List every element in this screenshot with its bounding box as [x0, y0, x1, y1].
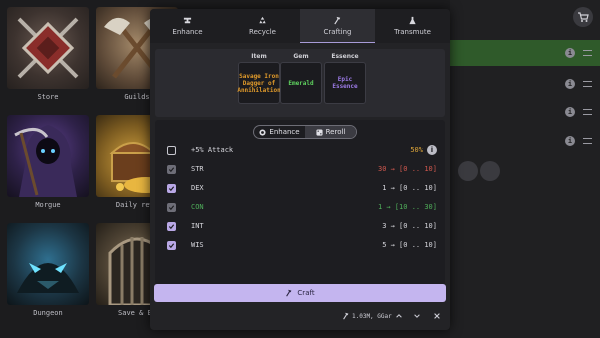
dice-icon: [316, 128, 323, 136]
item-slot-text: Savage Iron Dagger of Annihilation: [237, 72, 281, 94]
tab-enhance-label: Enhance: [172, 28, 203, 36]
affix-value: 1 → [10 .. 30]: [377, 203, 437, 211]
menu-icon[interactable]: [583, 138, 592, 144]
affix-value: 50%: [410, 146, 423, 154]
check-icon: [168, 242, 175, 248]
close-icon[interactable]: [431, 310, 443, 322]
craft-button-label: Craft: [297, 289, 315, 297]
check-icon: [168, 166, 175, 172]
affix-value: 5 → [0 .. 10]: [382, 241, 437, 249]
morgue-art: [7, 115, 89, 197]
affix-row-con: CON 1 → [10 .. 30]: [167, 201, 437, 213]
info-icon[interactable]: i: [427, 145, 437, 155]
info-icon[interactable]: i: [565, 136, 575, 146]
hammer-icon: [334, 16, 341, 24]
add-member-icon[interactable]: [458, 161, 478, 181]
affix-row-dex: DEX 1 → [0 .. 10]: [167, 182, 437, 194]
info-icon[interactable]: i: [565, 79, 575, 89]
remove-member-icon[interactable]: [480, 161, 500, 181]
affix-name: STR: [191, 165, 204, 173]
affix-panel: Enhance Reroll +5% Attack 50% i STR 30 →…: [155, 120, 445, 287]
list-row[interactable]: i: [450, 99, 600, 125]
ingredient-slots: Item Savage Iron Dagger of Annihilation …: [155, 49, 445, 117]
affix-row-int: INT 3 → [0 .. 10]: [167, 220, 437, 232]
shopping-cart-icon[interactable]: [573, 7, 593, 27]
tab-recycle[interactable]: Recycle: [225, 9, 300, 43]
check-icon: [168, 223, 175, 229]
affix-checkbox[interactable]: [167, 183, 176, 193]
store-art: [7, 7, 89, 89]
gem-slot-text: Emerald: [288, 79, 314, 87]
essence-slot-text: Epic Essence: [332, 76, 358, 90]
craft-cost-label: 1.03M, GGar: [352, 312, 392, 320]
recycle-icon: [259, 16, 266, 24]
tab-crafting-label: Crafting: [323, 27, 352, 36]
affix-row-str: STR 30 → [0 .. 10]: [167, 163, 437, 175]
affix-checkbox[interactable]: [167, 240, 176, 250]
affix-checkbox[interactable]: [167, 145, 176, 155]
tab-recycle-label: Recycle: [249, 28, 276, 36]
check-icon: [168, 204, 175, 210]
store-label: Store: [37, 93, 59, 101]
enhance-mode-label: Enhance: [269, 128, 300, 136]
chevron-down-icon[interactable]: [411, 310, 423, 322]
info-icon[interactable]: i: [565, 48, 575, 58]
enhance-mode-option[interactable]: Enhance: [254, 126, 305, 138]
tab-enhance[interactable]: Enhance: [150, 9, 225, 43]
affix-name: DEX: [191, 184, 204, 192]
store-tile[interactable]: Store: [7, 7, 89, 105]
morgue-tile[interactable]: Morgue: [7, 115, 89, 213]
menu-icon[interactable]: [583, 109, 592, 115]
reroll-mode-option[interactable]: Reroll: [305, 126, 356, 138]
list-row-selected[interactable]: i: [450, 40, 600, 66]
affix-value: 1 → [0 .. 10]: [382, 184, 437, 192]
gem-slot[interactable]: Emerald: [280, 62, 322, 104]
affix-name: CON: [191, 203, 204, 211]
affix-value: 3 → [0 .. 10]: [382, 222, 437, 230]
hammer-icon: [286, 289, 292, 297]
affix-row-attack: +5% Attack 50% i: [167, 144, 437, 156]
tab-transmute-label: Transmute: [394, 28, 431, 36]
list-row[interactable]: i: [450, 71, 600, 97]
essence-slot[interactable]: Epic Essence: [324, 62, 366, 104]
anvil-icon: [183, 17, 192, 24]
flask-icon: [409, 16, 416, 25]
hammer-icon: [343, 312, 349, 320]
check-icon: [168, 185, 175, 191]
affix-name: WIS: [191, 241, 204, 249]
affix-name: INT: [191, 222, 204, 230]
tab-crafting[interactable]: Crafting: [300, 9, 375, 43]
reroll-mode-label: Reroll: [325, 128, 346, 136]
info-icon[interactable]: i: [565, 107, 575, 117]
dungeon-art: [7, 223, 89, 305]
craft-cost: 1.03M, GGar: [342, 312, 392, 320]
tab-bar: Enhance Recycle Crafting Transmute: [150, 9, 450, 43]
chevron-up-icon[interactable]: [393, 310, 405, 322]
affix-checkbox: [167, 164, 176, 174]
gem-slot-header: Gem: [293, 53, 309, 60]
crafting-dialog: Enhance Recycle Crafting Transmute Item …: [150, 9, 450, 330]
tab-transmute[interactable]: Transmute: [375, 9, 450, 43]
affix-checkbox[interactable]: [167, 221, 176, 231]
item-slot[interactable]: Savage Iron Dagger of Annihilation: [237, 62, 281, 104]
dungeon-label: Dungeon: [33, 309, 63, 317]
dungeon-tile[interactable]: Dungeon: [7, 223, 89, 321]
mode-toggle: Enhance Reroll: [253, 125, 357, 139]
affix-name: +5% Attack: [191, 146, 234, 154]
morgue-label: Morgue: [35, 201, 61, 209]
menu-icon[interactable]: [583, 81, 592, 87]
item-slot-header: Item: [251, 53, 267, 60]
radio-dot-icon: [259, 128, 266, 136]
affix-checkbox: [167, 202, 176, 212]
list-row[interactable]: i: [450, 128, 600, 154]
affix-row-wis: WIS 5 → [0 .. 10]: [167, 239, 437, 251]
affix-value: 30 → [0 .. 10]: [377, 165, 437, 173]
craft-button[interactable]: Craft: [154, 284, 446, 302]
dialog-footer: 1.03M, GGar: [150, 309, 450, 325]
essence-slot-header: Essence: [331, 53, 359, 60]
menu-icon[interactable]: [583, 50, 592, 56]
